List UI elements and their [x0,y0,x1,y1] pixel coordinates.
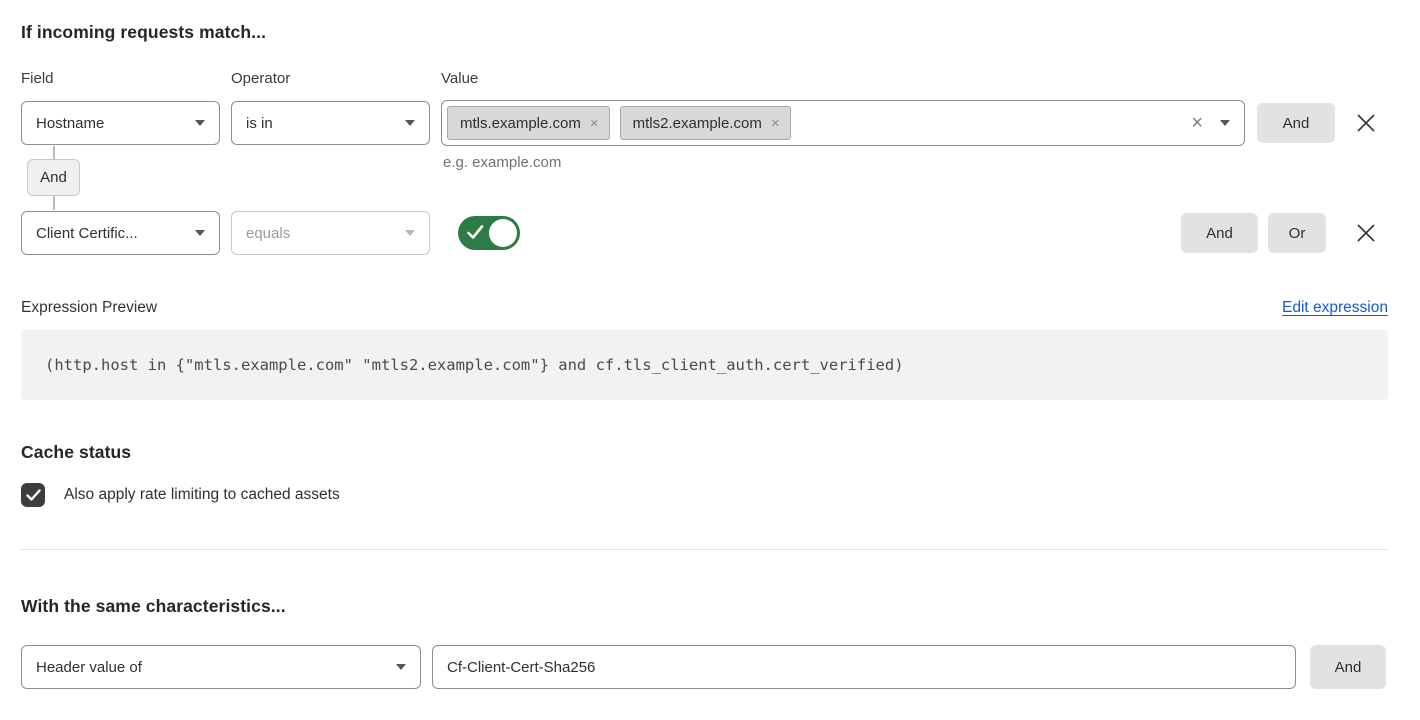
expression-header: Expression Preview Edit expression [21,299,1388,317]
expression-preview-label: Expression Preview [21,299,157,317]
remove-row-icon[interactable] [1355,222,1377,244]
chevron-down-icon [405,120,415,126]
expression-code-block: (http.host in {"mtls.example.com" "mtls2… [21,330,1388,400]
remove-row-icon[interactable] [1355,112,1377,134]
add-characteristic-button[interactable]: And [1310,645,1386,689]
chevron-down-icon[interactable] [1220,120,1230,126]
value-tag: mtls2.example.com × [620,106,791,140]
cache-checkbox-row: Also apply rate limiting to cached asset… [21,483,1388,507]
characteristics-row: Header value of And [21,645,1420,689]
match-section-title: If incoming requests match... [21,22,1388,43]
match-rule-row-2: Client Certific... equals And Or [21,210,1377,256]
characteristic-select-header-value-of[interactable]: Header value of [21,645,421,689]
connector-and-chip[interactable]: And [27,159,80,196]
edit-expression-link[interactable]: Edit expression [1282,299,1388,317]
value-column-label: Value [441,70,651,87]
cached-assets-checkbox-label: Also apply rate limiting to cached asset… [64,486,340,504]
add-or-condition-button[interactable]: Or [1268,213,1326,253]
value-multiselect[interactable]: mtls.example.com × mtls2.example.com × × [441,100,1245,146]
value-helper-text: e.g. example.com [443,154,561,171]
expression-code: (http.host in {"mtls.example.com" "mtls2… [45,356,904,374]
field-select-client-certificate[interactable]: Client Certific... [21,211,220,255]
toggle-knob [489,219,517,247]
field-column-label: Field [21,70,231,87]
operator-column-label: Operator [231,70,441,87]
check-icon [26,489,41,502]
clear-all-icon[interactable]: × [1191,113,1203,133]
characteristics-title: With the same characteristics... [21,596,1388,617]
cert-verified-toggle[interactable] [458,216,520,250]
field-select-hostname[interactable]: Hostname [21,101,220,145]
value-tag-label: mtls.example.com [460,115,581,132]
add-and-condition-button[interactable]: And [1257,103,1335,143]
value-tag: mtls.example.com × [447,106,610,140]
field-select-value: Hostname [36,115,185,132]
rate-limiting-rule-editor: If incoming requests match... Field Oper… [0,22,1420,720]
operator-select-is-in[interactable]: is in [231,101,430,145]
chevron-down-icon [195,120,205,126]
tag-remove-icon[interactable]: × [590,116,599,131]
match-rule-row-1: Hostname is in mtls.example.com × mtls2.… [21,100,1377,146]
check-icon [467,225,484,240]
operator-select-value: equals [246,225,395,242]
chevron-down-icon [195,230,205,236]
cache-status-title: Cache status [21,442,1388,463]
tag-remove-icon[interactable]: × [771,116,780,131]
section-divider [21,549,1388,550]
value-tag-label: mtls2.example.com [633,115,762,132]
row-gap-band: e.g. example.com And [0,146,1420,210]
add-and-condition-button[interactable]: And [1181,213,1258,253]
chevron-down-icon [396,664,406,670]
operator-select-equals-disabled: equals [231,211,430,255]
field-select-value: Client Certific... [36,225,185,242]
header-name-input[interactable] [432,645,1296,689]
cached-assets-checkbox[interactable] [21,483,45,507]
column-labels: Field Operator Value [21,70,1388,87]
value-controls: × [1191,113,1230,133]
operator-select-value: is in [246,115,395,132]
chevron-down-icon [405,230,415,236]
characteristic-select-value: Header value of [36,659,386,676]
and-connector: And [27,146,87,210]
